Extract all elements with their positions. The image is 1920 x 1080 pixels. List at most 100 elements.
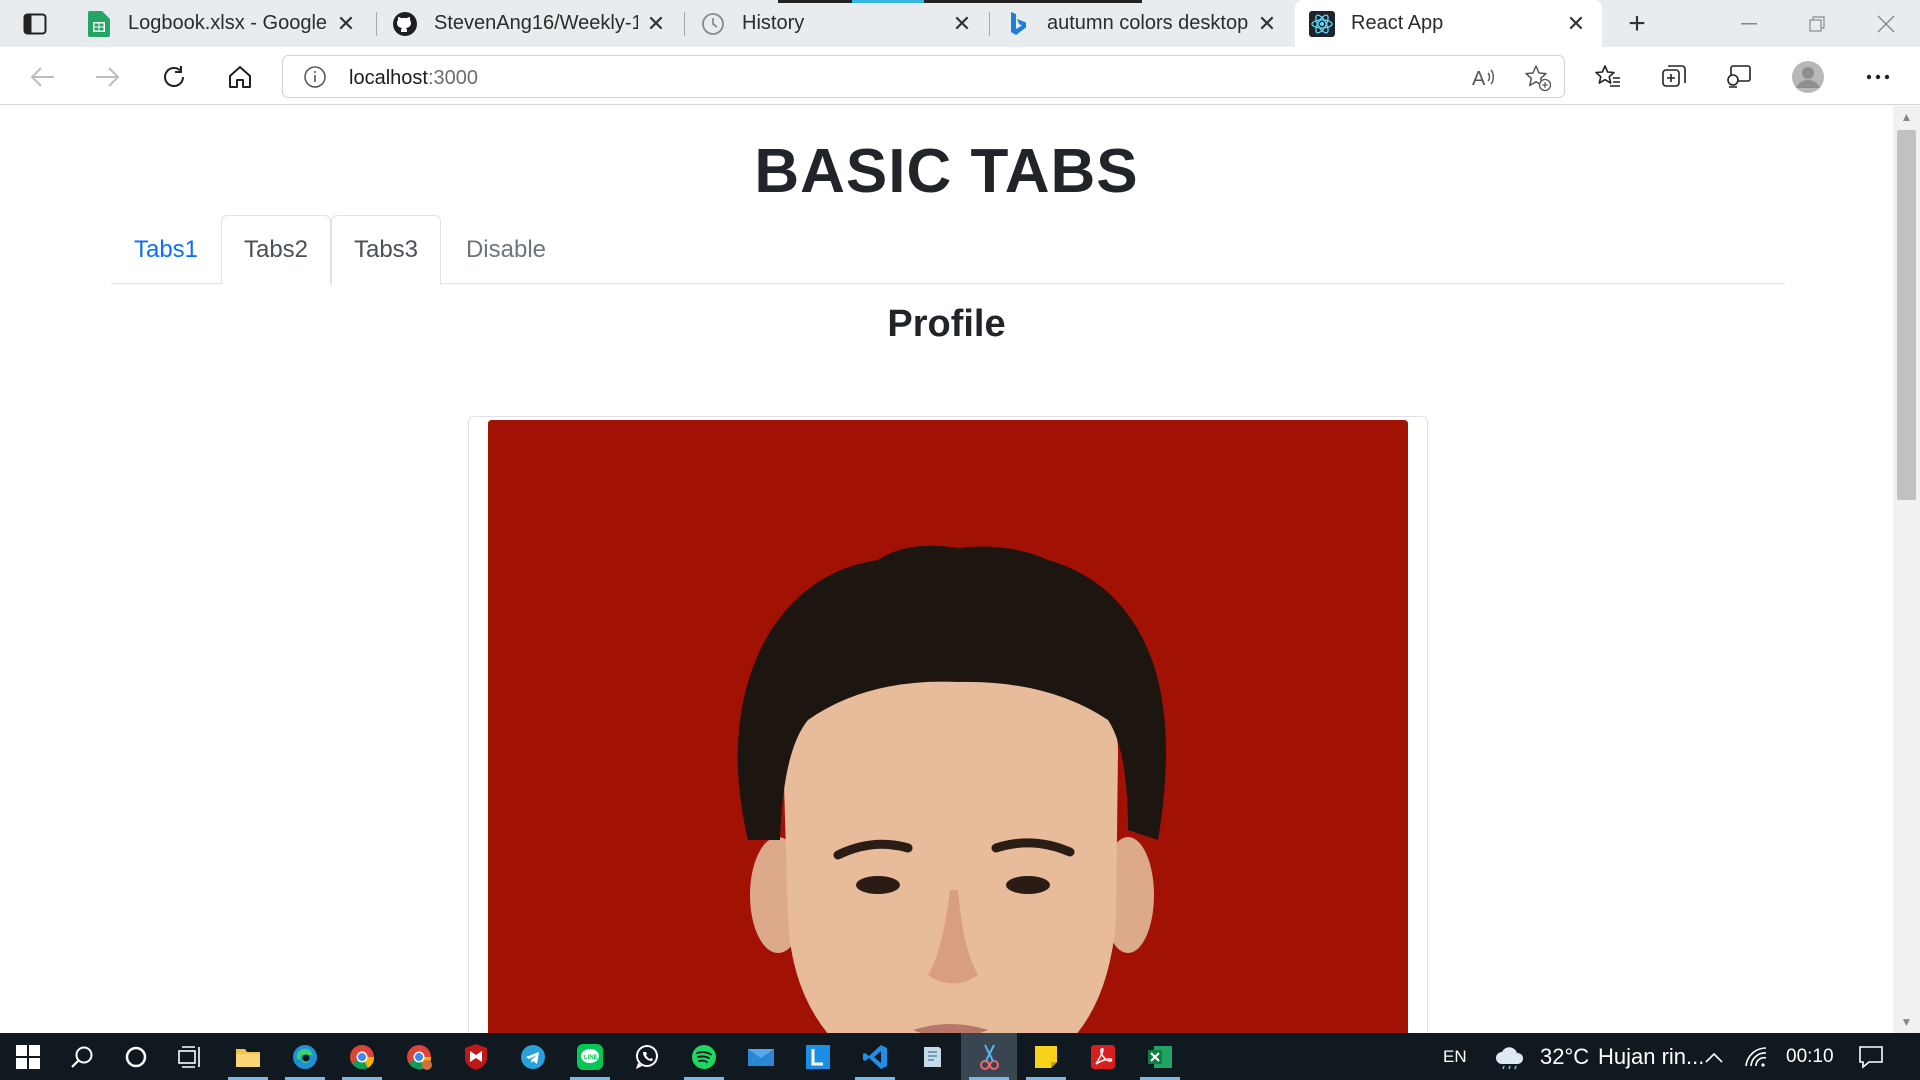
weather-widget[interactable]	[1480, 1033, 1540, 1080]
minimize-button[interactable]	[1715, 0, 1783, 47]
read-aloud-icon[interactable]: A	[1471, 65, 1499, 96]
chevron-up-icon	[1705, 1052, 1723, 1063]
snipping-tool-button[interactable]	[961, 1033, 1017, 1080]
scroll-down-icon[interactable]: ▼	[1893, 1011, 1920, 1033]
page-title: BASIC TABS	[754, 137, 1139, 206]
notification-icon	[1859, 1045, 1883, 1069]
settings-more-button[interactable]	[1858, 57, 1898, 97]
chrome-profile-button[interactable]	[391, 1033, 447, 1080]
windows-taskbar: LINE EN 32°C Hujan rin... 00:10	[0, 1033, 1920, 1080]
tab-actions-icon[interactable]	[10, 9, 60, 39]
browser-tab-github[interactable]: StevenAng16/Weekly-1 ✕	[378, 0, 682, 47]
restore-button[interactable]	[1783, 0, 1851, 47]
windows-icon	[16, 1044, 40, 1069]
lexikon-button[interactable]	[790, 1033, 846, 1080]
restore-icon	[1809, 15, 1825, 32]
mcafee-button[interactable]	[448, 1033, 504, 1080]
vertical-scrollbar[interactable]: ▲ ▼	[1893, 106, 1920, 1033]
chrome-button[interactable]	[334, 1033, 390, 1080]
vscode-button[interactable]	[847, 1033, 903, 1080]
site-info-icon[interactable]	[303, 65, 327, 89]
browser-tab-logbook[interactable]: Logbook.xlsx - Google Sh ✕	[72, 0, 372, 47]
tab-tabs3[interactable]: Tabs3	[331, 215, 441, 285]
url-host: localhost	[349, 67, 428, 89]
tab-loading-bar	[852, 0, 924, 3]
network-button[interactable]	[1734, 1033, 1778, 1080]
temperature-text[interactable]: 32°C	[1540, 1033, 1589, 1080]
clock[interactable]: 00:10	[1786, 1033, 1834, 1080]
home-button[interactable]	[220, 57, 260, 97]
mail-button[interactable]	[733, 1033, 789, 1080]
browser-tab-bing[interactable]: autumn colors desktop - B ✕	[991, 0, 1293, 47]
refresh-button[interactable]	[154, 57, 194, 97]
collections-button[interactable]	[1654, 57, 1694, 97]
forward-button[interactable]	[88, 57, 128, 97]
url-text: localhost:3000	[349, 67, 478, 90]
cortana-icon	[125, 1046, 147, 1067]
profile-photo	[488, 420, 1408, 1033]
l-app-icon	[806, 1044, 830, 1069]
react-icon	[1309, 10, 1335, 37]
search-button[interactable]	[54, 1033, 110, 1080]
line-button[interactable]: LINE	[562, 1033, 618, 1080]
scrollbar-thumb[interactable]	[1897, 130, 1916, 500]
weather-text[interactable]: Hujan rin...	[1598, 1033, 1704, 1080]
file-explorer-button[interactable]	[220, 1033, 276, 1080]
close-icon[interactable]: ✕	[644, 11, 668, 36]
language-indicator[interactable]: EN	[1443, 1033, 1467, 1080]
mail-icon	[748, 1048, 774, 1066]
collections-icon	[1662, 65, 1686, 87]
profile-button[interactable]	[1788, 57, 1828, 97]
vscode-icon	[863, 1044, 887, 1069]
chrome-icon	[350, 1044, 375, 1069]
whatsapp-icon	[636, 1044, 658, 1069]
address-bar[interactable]: localhost:3000 A	[282, 55, 1565, 98]
new-tab-button[interactable]: +	[1603, 0, 1671, 47]
excel-button[interactable]	[1132, 1033, 1188, 1080]
tab-tabs2[interactable]: Tabs2	[221, 215, 331, 285]
tab-title: Logbook.xlsx - Google Sh	[128, 12, 328, 34]
browser-essentials-button[interactable]	[1720, 57, 1760, 97]
refresh-icon	[164, 66, 184, 87]
forward-arrow-icon	[96, 67, 120, 87]
avatar	[1792, 61, 1824, 93]
line-icon: LINE	[577, 1043, 603, 1070]
whatsapp-button[interactable]	[619, 1033, 675, 1080]
notes-button[interactable]	[904, 1033, 960, 1080]
close-window-button[interactable]	[1852, 0, 1920, 47]
add-favorite-icon[interactable]	[1523, 64, 1553, 97]
telegram-button[interactable]	[505, 1033, 561, 1080]
home-icon	[229, 66, 251, 88]
notifications-button[interactable]	[1846, 1033, 1896, 1080]
acrobat-button[interactable]	[1075, 1033, 1131, 1080]
close-icon[interactable]: ✕	[1255, 11, 1279, 36]
folder-icon	[236, 1048, 260, 1067]
browser-tab-history[interactable]: History ✕	[686, 0, 988, 47]
close-icon[interactable]: ✕	[950, 11, 974, 36]
edge-button[interactable]	[277, 1033, 333, 1080]
scroll-up-icon[interactable]: ▲	[1893, 106, 1920, 128]
close-icon	[1877, 15, 1895, 32]
task-view-button[interactable]	[162, 1033, 218, 1080]
edge-icon	[293, 1044, 317, 1069]
mcafee-shield-icon	[465, 1043, 487, 1070]
browser-essentials-icon	[1727, 65, 1751, 88]
sticky-notes-button[interactable]	[1018, 1033, 1074, 1080]
search-icon	[71, 1046, 93, 1068]
show-hidden-icons-button[interactable]	[1694, 1033, 1734, 1080]
tab-tabs1[interactable]: Tabs1	[111, 215, 221, 285]
favorites-button[interactable]	[1588, 57, 1628, 97]
cortana-button[interactable]	[108, 1033, 164, 1080]
spotify-button[interactable]	[676, 1033, 732, 1080]
tab-separator	[376, 12, 377, 36]
favorites-icon	[1595, 65, 1620, 87]
start-button[interactable]	[0, 1033, 56, 1080]
chrome-icon	[407, 1044, 432, 1070]
excel-icon	[1148, 1045, 1172, 1068]
close-icon[interactable]: ✕	[334, 11, 358, 36]
browser-tab-react-app[interactable]: React App ✕	[1295, 0, 1602, 47]
plus-icon: +	[1628, 6, 1646, 40]
back-button[interactable]	[22, 57, 62, 97]
close-icon[interactable]: ✕	[1564, 11, 1588, 36]
more-icon	[1866, 74, 1890, 80]
